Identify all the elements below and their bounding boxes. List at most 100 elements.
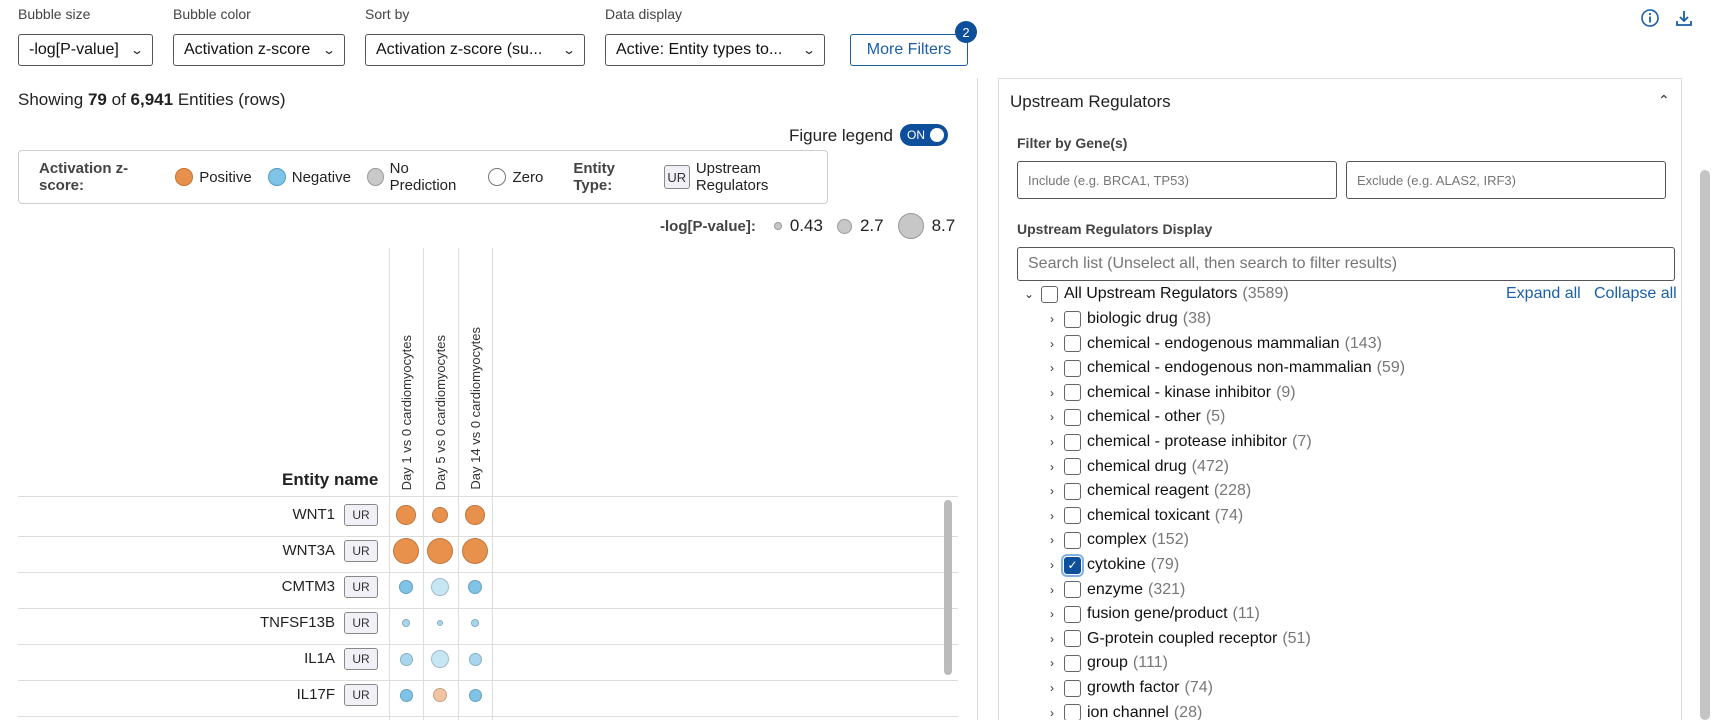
row-entity-name[interactable]: CMTM3 — [15, 578, 335, 595]
chevron-right-icon[interactable]: › — [1040, 533, 1064, 547]
bubble-size-select[interactable]: -log[P-value] ⌄ — [18, 34, 153, 66]
tree-item-checkbox[interactable] — [1064, 679, 1081, 697]
tree-item[interactable]: › ✓ cytokine (79) — [1040, 553, 1179, 577]
tree-item[interactable]: › G-protein coupled receptor (51) — [1040, 628, 1311, 650]
tree-item[interactable]: › chemical toxicant (74) — [1040, 505, 1243, 527]
tree-item-checkbox[interactable] — [1064, 507, 1081, 525]
tree-item[interactable]: › chemical reagent (228) — [1040, 480, 1251, 502]
tree-item[interactable]: › chemical - endogenous mammalian (143) — [1040, 333, 1382, 355]
tree-item-checkbox[interactable] — [1064, 605, 1081, 623]
column-header-day14[interactable]: Day 14 vs 0 cardiomyocytes — [458, 300, 492, 490]
tree-item-checkbox[interactable] — [1064, 359, 1081, 377]
include-gene-input[interactable] — [1017, 161, 1337, 199]
tree-item-checkbox[interactable] — [1064, 384, 1081, 402]
bubble-cell[interactable] — [398, 579, 414, 595]
expand-all-link[interactable]: Expand all — [1506, 285, 1581, 303]
tree-item[interactable]: › complex (152) — [1040, 529, 1189, 551]
tree-item-checkbox[interactable] — [1064, 482, 1081, 500]
bubble-cell[interactable] — [462, 538, 488, 564]
data-display-select[interactable]: Active: Entity types to... ⌄ — [605, 34, 825, 66]
tree-item-checkbox[interactable] — [1064, 630, 1081, 648]
chevron-right-icon[interactable]: › — [1040, 386, 1064, 400]
bubble-cell[interactable] — [430, 577, 450, 597]
chevron-right-icon[interactable]: › — [1040, 435, 1064, 449]
tree-all-regulators[interactable]: ⌄ All Upstream Regulators (3589) — [1017, 283, 1289, 305]
bubble-cell[interactable] — [427, 538, 453, 564]
row-entity-name[interactable]: IL1A — [15, 650, 335, 667]
panel-scrollbar[interactable] — [1700, 170, 1710, 720]
chevron-down-icon[interactable]: ⌄ — [1017, 287, 1041, 301]
collapse-all-link[interactable]: Collapse all — [1594, 285, 1677, 303]
column-header-day1[interactable]: Day 1 vs 0 cardiomyocytes — [389, 300, 423, 490]
chevron-right-icon[interactable]: › — [1040, 312, 1064, 326]
bubble-cell[interactable] — [393, 538, 419, 564]
tree-item[interactable]: › growth factor (74) — [1040, 677, 1213, 699]
tree-item-checkbox[interactable] — [1064, 408, 1081, 426]
exclude-gene-input[interactable] — [1346, 161, 1666, 199]
chevron-right-icon[interactable]: › — [1040, 337, 1064, 351]
tree-item-checkbox[interactable] — [1064, 433, 1081, 451]
tree-item[interactable]: › chemical drug (472) — [1040, 456, 1229, 478]
bubble-cell[interactable] — [432, 687, 448, 703]
bubble-cell[interactable] — [437, 620, 443, 626]
chevron-right-icon[interactable]: › — [1040, 361, 1064, 375]
row-entity-name[interactable]: TNFSF13B — [15, 614, 335, 631]
bubble-color-label: Bubble color — [173, 6, 251, 22]
row-entity-name[interactable]: WNT3A — [15, 542, 336, 559]
bubble-cell[interactable] — [399, 688, 413, 702]
chevron-right-icon[interactable]: › — [1040, 558, 1064, 572]
download-icon[interactable] — [1674, 8, 1694, 28]
tree-item-checkbox[interactable] — [1064, 654, 1081, 672]
ur-badge: UR — [663, 165, 690, 189]
bubble-cell[interactable] — [430, 649, 450, 669]
tree-item[interactable]: › group (111) — [1040, 652, 1168, 674]
bubble-cell[interactable] — [402, 619, 410, 627]
bubble-color-select[interactable]: Activation z-score ⌄ — [173, 34, 345, 66]
column-header-day5[interactable]: Day 5 vs 0 cardiomyocytes — [423, 300, 457, 490]
bubble-cell[interactable] — [396, 505, 416, 525]
bubble-cell[interactable] — [468, 688, 482, 702]
all-checkbox[interactable] — [1041, 285, 1058, 303]
tree-item-checkbox[interactable] — [1064, 531, 1081, 549]
tree-item[interactable]: › enzyme (321) — [1040, 579, 1185, 601]
bubble-cell[interactable] — [399, 652, 413, 666]
figure-legend-toggle[interactable]: ON — [900, 124, 948, 146]
tree-item-checkbox[interactable] — [1064, 458, 1081, 476]
info-icon[interactable] — [1640, 8, 1660, 28]
row-entity-name[interactable]: IL17F — [15, 686, 335, 703]
more-filters-button[interactable]: More Filters — [850, 34, 968, 66]
bubble-cell[interactable] — [431, 506, 449, 524]
tree-item[interactable]: › biologic drug (38) — [1040, 308, 1211, 330]
row-entity-name[interactable]: WNT1 — [15, 506, 336, 523]
chevron-right-icon[interactable]: › — [1040, 410, 1064, 424]
bubble-cell[interactable] — [465, 505, 485, 525]
tree-item-checkbox[interactable] — [1064, 581, 1081, 599]
tree-item[interactable]: › fusion gene/product (11) — [1040, 603, 1260, 625]
tree-item-checkbox[interactable]: ✓ — [1061, 553, 1084, 577]
tree-item-checkbox[interactable] — [1064, 335, 1081, 353]
chart-scrollbar[interactable] — [944, 500, 952, 675]
chevron-right-icon[interactable]: › — [1040, 583, 1064, 597]
tree-item[interactable]: › chemical - protease inhibitor (7) — [1040, 431, 1312, 453]
sort-by-select[interactable]: Activation z-score (su... ⌄ — [365, 34, 585, 66]
tree-item[interactable]: › ion channel (28) — [1040, 702, 1202, 720]
tree-item-checkbox[interactable] — [1064, 310, 1081, 328]
chevron-right-icon[interactable]: › — [1040, 656, 1064, 670]
panel-title[interactable]: Upstream Regulators — [1010, 92, 1171, 112]
search-list-input[interactable] — [1017, 247, 1675, 281]
bubble-cell[interactable] — [467, 579, 483, 595]
chevron-right-icon[interactable]: › — [1040, 607, 1064, 621]
chevron-right-icon[interactable]: › — [1040, 706, 1064, 720]
chevron-right-icon[interactable]: › — [1040, 681, 1064, 695]
chevron-right-icon[interactable]: › — [1040, 509, 1064, 523]
chevron-right-icon[interactable]: › — [1040, 632, 1064, 646]
bubble-cell[interactable] — [471, 619, 479, 627]
bubble-cell[interactable] — [468, 652, 482, 666]
tree-item[interactable]: › chemical - other (5) — [1040, 406, 1225, 428]
chevron-up-icon[interactable]: ⌃ — [1658, 92, 1670, 109]
tree-item[interactable]: › chemical - kinase inhibitor (9) — [1040, 382, 1296, 404]
tree-item-checkbox[interactable] — [1064, 704, 1081, 720]
chevron-right-icon[interactable]: › — [1040, 484, 1064, 498]
tree-item[interactable]: › chemical - endogenous non-mammalian (59) — [1040, 357, 1405, 379]
chevron-right-icon[interactable]: › — [1040, 460, 1064, 474]
